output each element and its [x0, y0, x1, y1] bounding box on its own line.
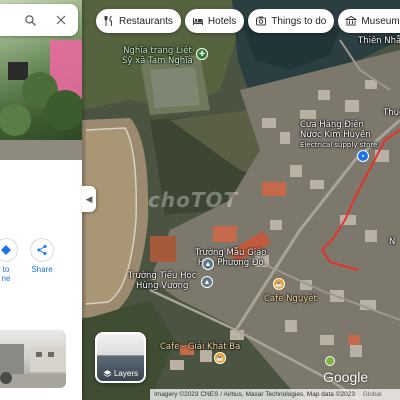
place-label-line: Cửa Hàng Điện: [300, 120, 364, 130]
chip-label: Things to do: [271, 15, 327, 27]
chip-things-to-do[interactable]: Things to do: [248, 9, 335, 33]
place-thien-nhan[interactable]: Thiên Nhẫn: [358, 36, 400, 46]
chip-label: Restaurants: [119, 15, 173, 27]
action-label: Share: [31, 265, 53, 274]
cemetery-pin-icon[interactable]: ✚: [196, 48, 208, 60]
place-cafe-giai-khat[interactable]: Cafe - Giải Khát Ba: [160, 342, 240, 352]
layers-label: Layers: [113, 369, 138, 378]
category-chips: Restaurants Hotels Things to do Museums: [96, 9, 400, 33]
chip-label: Museums: [361, 15, 400, 27]
chevron-left-icon: ◀: [85, 193, 93, 204]
place-category-label: Electrical supply store: [300, 141, 378, 149]
share-button[interactable]: Share: [24, 238, 60, 274]
place-thuc[interactable]: Thục: [383, 108, 400, 118]
layers-icon: [103, 370, 112, 377]
directions-button[interactable]: to ne: [0, 238, 24, 283]
chip-restaurants[interactable]: Restaurants: [96, 9, 181, 33]
share-icon: [30, 238, 54, 262]
search-icon[interactable]: [19, 9, 41, 31]
chip-label: Hotels: [207, 15, 237, 27]
photo-thumbnail[interactable]: [0, 330, 66, 388]
place-electrical-store[interactable]: Cửa Hàng Điện Nước Kim Huyền Electrical …: [300, 120, 377, 150]
place-label-line: Sỹ xã Tam Nghĩa: [122, 56, 193, 66]
place-label-line: Nghĩa trang Liệt: [123, 46, 192, 56]
directions-icon: [0, 238, 18, 262]
place-edge-label: N: [389, 237, 396, 247]
place-details-panel: to ne Share: [0, 0, 82, 400]
chotot-watermark: choTOT: [148, 188, 239, 212]
park-pin-icon[interactable]: [325, 356, 335, 366]
school-pin-icon[interactable]: ▲: [201, 276, 213, 288]
chip-hotels[interactable]: Hotels: [184, 9, 245, 33]
camera-icon: [256, 16, 267, 26]
thumbnail-content: [0, 344, 66, 388]
place-cemetery[interactable]: Nghĩa trang Liệt Sỹ xã Tam Nghĩa: [122, 46, 193, 66]
search-box[interactable]: [0, 4, 78, 36]
restaurant-icon: [104, 15, 112, 26]
place-label-line: Nước Kim Huyền: [300, 130, 371, 140]
place-label-line: Hùng Vương: [135, 281, 189, 291]
layers-button[interactable]: Layers: [95, 332, 146, 383]
layers-label-row: Layers: [97, 369, 144, 378]
close-icon[interactable]: [50, 9, 72, 31]
collapse-panel-button[interactable]: ◀: [82, 186, 96, 212]
place-primary-school[interactable]: Trường Tiểu Học Hùng Vương: [128, 271, 196, 291]
place-cafe-nguyet[interactable]: Cafe Nguyệt: [264, 294, 317, 304]
place-label-line: Trường Tiểu Học: [128, 271, 197, 281]
place-label-line: Trường Mẫu Giáo: [195, 248, 267, 258]
school-pin-icon[interactable]: ▲: [202, 258, 214, 270]
cafe-pin-icon[interactable]: ☕: [214, 352, 226, 364]
action-label: ne: [1, 274, 11, 283]
cafe-pin-icon[interactable]: ☕: [273, 278, 285, 290]
action-label: to: [2, 265, 10, 274]
hotel-icon: [192, 18, 203, 25]
museum-icon: [345, 15, 358, 26]
attribution-extra[interactable]: Global: [363, 391, 382, 398]
shopping-pin-icon[interactable]: ▪: [357, 150, 369, 162]
attribution-text: Imagery ©2023 CNES / Airbus, Maxar Techn…: [154, 391, 355, 398]
google-logo: Google: [323, 369, 369, 385]
chip-museums[interactable]: Museums: [338, 9, 400, 33]
map-attribution[interactable]: Imagery ©2023 CNES / Airbus, Maxar Techn…: [150, 389, 400, 400]
